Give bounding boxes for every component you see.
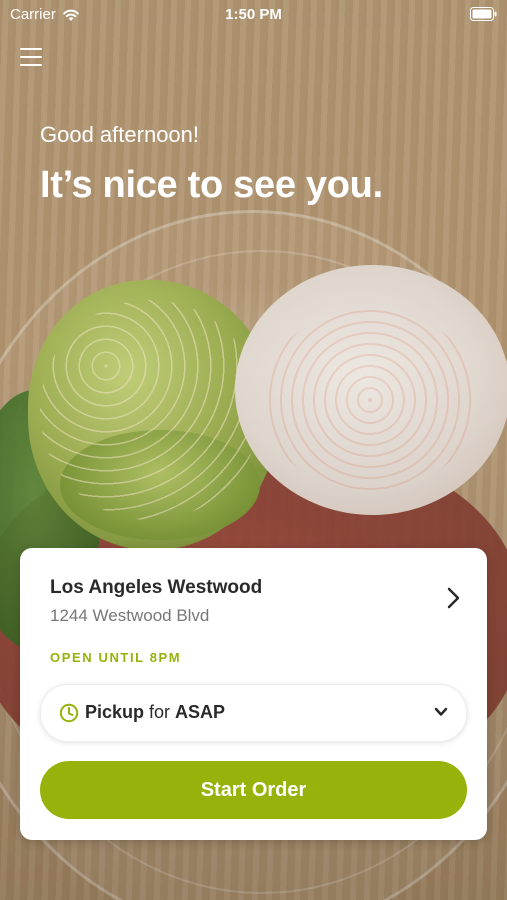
order-connector: for <box>149 702 171 722</box>
order-mode-dropdown[interactable]: Pickup for ASAP <box>40 684 467 742</box>
store-address: 1244 Westwood Blvd <box>50 606 210 625</box>
menu-icon[interactable] <box>20 48 42 68</box>
status-time: 1:50 PM <box>225 6 282 23</box>
start-order-button[interactable]: Start Order <box>40 761 467 819</box>
menu-line <box>20 64 42 66</box>
status-bar: Carrier 1:50 PM <box>0 0 507 30</box>
store-name: Los Angeles Westwood <box>50 577 263 598</box>
welcome-headline: It’s nice to see you. <box>40 164 383 206</box>
store-card: Los Angeles Westwood 1244 Westwood Blvd … <box>20 548 487 840</box>
menu-line <box>20 56 42 58</box>
chevron-down-icon <box>434 707 448 716</box>
clock-icon <box>59 703 79 723</box>
battery-icon <box>470 7 497 21</box>
order-method: Pickup <box>85 702 145 722</box>
store-hours: OPEN UNTIL 8PM <box>50 650 182 665</box>
order-mode-label: Pickup for ASAP <box>85 702 225 723</box>
order-time: ASAP <box>175 702 226 722</box>
chevron-right-icon <box>447 587 460 609</box>
menu-line <box>20 48 42 50</box>
greeting-text: Good afternoon! <box>40 122 200 147</box>
store-selector[interactable]: Los Angeles Westwood 1244 Westwood Blvd <box>50 572 460 632</box>
